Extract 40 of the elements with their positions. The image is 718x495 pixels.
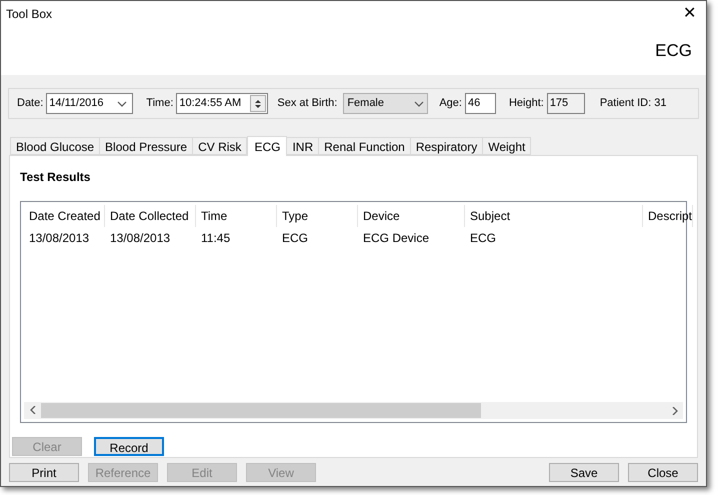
- action-button[interactable]: Record: [94, 437, 164, 456]
- column-header[interactable]: Descript: [643, 205, 693, 227]
- window-title: Tool Box: [6, 6, 52, 23]
- table-cell-text: 13/08/2013: [28, 230, 90, 247]
- field-label: Height:: [508, 96, 544, 112]
- column-header[interactable]: Time: [196, 205, 277, 227]
- field-label: Date:: [17, 96, 44, 112]
- tab[interactable]: CV Risk: [192, 137, 248, 155]
- table-cell-text: ECG: [281, 230, 310, 247]
- tab[interactable]: Respiratory: [410, 137, 484, 155]
- column-header[interactable]: Date Collected: [105, 205, 196, 227]
- table-cell-text: ECG Device: [362, 230, 430, 247]
- column-header[interactable]: Type: [277, 205, 358, 227]
- age-field[interactable]: 46: [464, 93, 496, 114]
- tab[interactable]: Blood Pressure: [99, 137, 194, 155]
- sex-dropdown[interactable]: Female: [343, 93, 428, 114]
- height-field: 175: [546, 93, 585, 114]
- section-title: Test Results: [20, 169, 92, 186]
- patient-id: Patient ID: 31: [600, 96, 666, 112]
- field-label: Time:: [146, 96, 174, 112]
- tab[interactable]: Blood Glucose: [10, 137, 100, 155]
- column-header[interactable]: Subject: [465, 205, 643, 227]
- tab[interactable]: INR: [286, 137, 320, 155]
- tab[interactable]: Weight: [482, 137, 532, 155]
- column-header[interactable]: Device: [358, 205, 465, 227]
- date-picker[interactable]: 14/11/2016: [46, 93, 134, 114]
- header-title: ECG: [655, 40, 692, 62]
- action-button[interactable]: Close: [628, 463, 698, 482]
- table-cell-text: 11:45: [200, 230, 232, 247]
- time-field[interactable]: 10:24:55 AM: [176, 93, 268, 114]
- field-label: Sex at Birth:: [277, 96, 338, 112]
- action-button[interactable]: Save: [549, 463, 619, 482]
- table-cell-text: ECG: [469, 230, 498, 247]
- tab[interactable]: ECG: [247, 136, 288, 156]
- close-button[interactable]: ✕: [683, 6, 696, 22]
- table-cell-text: 13/08/2013: [109, 230, 172, 247]
- field-label: Age:: [439, 96, 462, 112]
- column-header[interactable]: Date Created: [24, 205, 105, 227]
- action-button[interactable]: Print: [9, 463, 79, 482]
- tab[interactable]: Renal Function: [318, 137, 411, 155]
